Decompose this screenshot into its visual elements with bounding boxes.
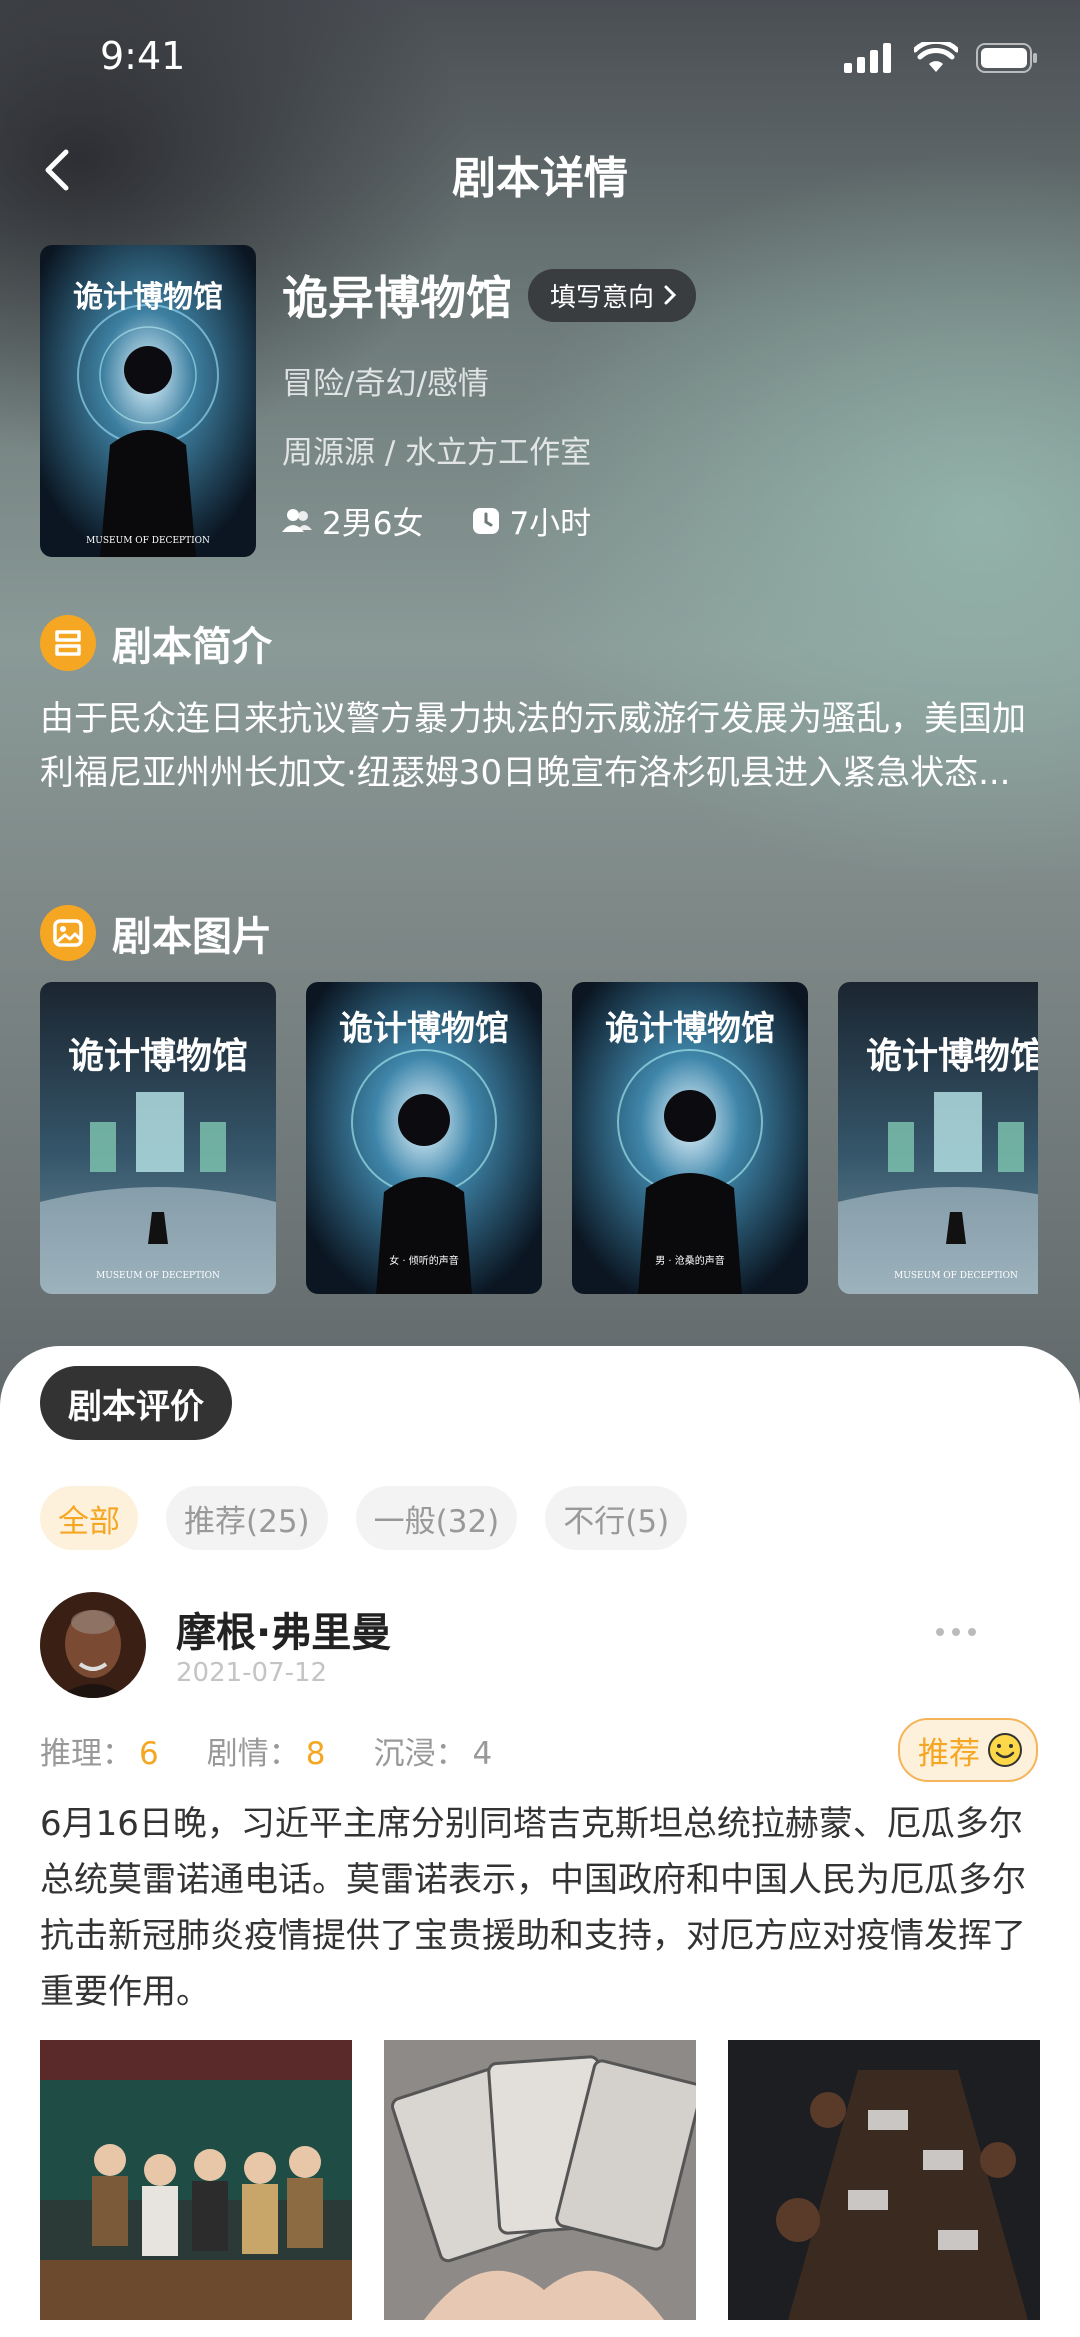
reviews-heading: 剧本评价 [40,1366,232,1440]
duration-value: 7小时 [509,506,592,542]
score-value: 6 [139,1736,159,1772]
score-value: 8 [305,1736,326,1772]
svg-text:MUSEUM OF DECEPTION: MUSEUM OF DECEPTION [96,1271,220,1281]
wifi-icon [914,42,958,72]
score-immersion: 沉浸： 4 [373,1728,492,1773]
players-count: 2男6女 [322,506,424,542]
page-title: 剧本详情 [452,153,628,204]
review-text: 6月16日晚，习近平主席分别同塔吉克斯坦总统拉赫蒙、厄瓜多尔总统莫雷诺通电话。莫… [40,1804,1026,2012]
filter-bad[interactable]: 不行(5) [545,1486,688,1550]
score-label: 剧情： [206,1736,300,1772]
intro-heading: 剧本简介 [112,624,272,670]
gallery-image-3[interactable]: 诡计博物馆 男 · 沧桑的声音 [572,982,808,1294]
status-bar: 9:41 [0,0,1080,120]
avatar[interactable] [40,1592,146,1698]
svg-text:诡计博物馆: 诡计博物馆 [68,1035,248,1077]
svg-text:MUSEUM OF DECEPTION: MUSEUM OF DECEPTION [894,1271,1018,1281]
fill-intent-button[interactable]: 填写意向 [528,268,697,322]
svg-text:诡计博物馆: 诡计博物馆 [866,1035,1038,1077]
reviewer-name: 摩根·弗里曼 [176,1610,392,1656]
script-meta: 2男6女 7小时 [282,498,696,543]
review-date: 2021-07-12 [176,1658,328,1688]
score-reasoning: 推理： 6 [40,1728,159,1773]
script-poster[interactable]: 诡计博物馆 MUSEUM OF DECEPTION [40,245,256,557]
images-section-header: 剧本图片 [40,904,272,962]
score-label: 沉浸： [373,1736,467,1772]
dot-icon [952,1628,960,1636]
script-image-gallery[interactable]: 诡计博物馆 MUSEUM OF DECEPTION 诡计博物馆 女 · 倾听的声… [40,982,1038,1294]
duration-info: 7小时 [473,498,591,543]
intro-section-header: 剧本简介 [40,614,272,672]
signal-icon [844,43,891,73]
score-value: 4 [472,1736,493,1772]
review-photo-3[interactable] [728,2040,1040,2320]
chevron-right-icon [664,285,677,305]
script-info: 诡异博物馆 填写意向 冒险/奇幻/感情 周源源 / 水立方工作室 2男6女 7小… [282,262,697,543]
review-filter-tabs: 全部 推荐(25) 一般(32) 不行(5) [40,1486,688,1550]
intro-text: 由于民众连日来抗议警方暴力执法的示威游行发展为骚乱，美国加利福尼亚州州长加文·纽… [40,699,1026,793]
verdict-label: 推荐 [918,1735,980,1772]
gallery-image-2[interactable]: 诡计博物馆 女 · 倾听的声音 [306,982,542,1294]
image-icon [40,905,96,961]
intro-icon [40,615,96,671]
nav-bar: 剧本详情 [0,130,1080,210]
review-photos [40,2040,1040,2320]
status-icons [844,42,1038,74]
gallery-image-4[interactable]: 诡计博物馆 MUSEUM OF DECEPTION [838,982,1038,1294]
gallery-image-1[interactable]: 诡计博物馆 MUSEUM OF DECEPTION [40,982,276,1294]
smile-icon [988,1733,1022,1767]
status-time: 9:41 [100,34,186,78]
people-icon [282,508,312,532]
score-label: 推理： [40,1736,133,1772]
svg-text:男 · 沧桑的声音: 男 · 沧桑的声音 [655,1254,725,1267]
review-photo-2[interactable] [384,2040,696,2320]
svg-text:MUSEUM OF DECEPTION: MUSEUM OF DECEPTION [86,536,210,546]
more-options-button[interactable] [936,1628,976,1636]
svg-text:女 · 倾听的声音: 女 · 倾听的声音 [389,1254,459,1267]
images-heading: 剧本图片 [112,914,272,960]
script-name: 诡异博物馆 [282,271,512,325]
filter-average[interactable]: 一般(32) [355,1486,518,1550]
script-author: 周源源 / 水立方工作室 [282,435,592,471]
battery-icon [976,43,1037,73]
poster-image: 诡计博物馆 MUSEUM OF DECEPTION [40,245,256,557]
intent-label: 填写意向 [550,282,655,313]
dot-icon [936,1628,944,1636]
svg-text:诡计博物馆: 诡计博物馆 [605,1009,775,1049]
script-genre: 冒险/奇幻/感情 [282,366,489,402]
score-plot: 剧情： 8 [207,1728,326,1773]
filter-recommend[interactable]: 推荐(25) [166,1486,328,1550]
players-info: 2男6女 [282,498,423,543]
svg-text:诡计博物馆: 诡计博物馆 [73,280,223,315]
filter-all[interactable]: 全部 [40,1486,138,1550]
clock-icon [473,507,500,534]
dot-icon [968,1628,976,1636]
review-photo-1[interactable] [40,2040,352,2320]
verdict-badge: 推荐 [898,1718,1038,1782]
review-scores: 推理： 6 剧情： 8 沉浸： 4 [40,1728,540,1773]
svg-text:诡计博物馆: 诡计博物馆 [339,1009,509,1049]
